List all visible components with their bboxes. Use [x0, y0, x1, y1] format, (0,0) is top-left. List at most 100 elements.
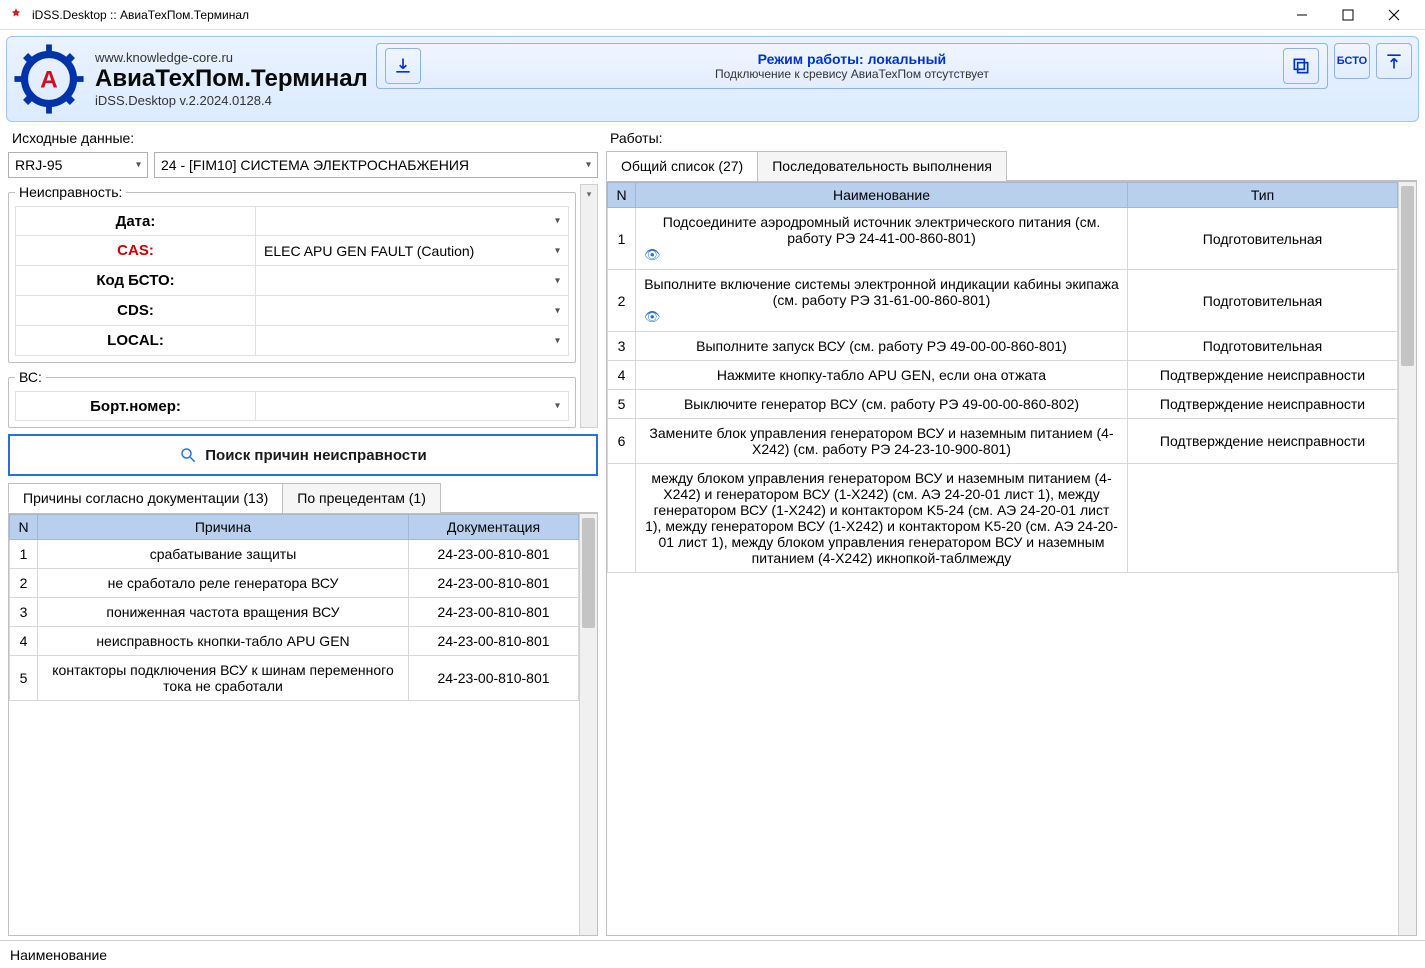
- aircraft-select[interactable]: RRJ-95 ▾: [8, 152, 148, 178]
- causes-scrollbar[interactable]: [579, 514, 597, 935]
- form-scrollbar[interactable]: ▾: [580, 184, 598, 428]
- cds-input[interactable]: ▾: [255, 296, 569, 326]
- works-table: N Наименование Тип 1 Подсоедините аэродр…: [607, 182, 1398, 573]
- cell-doc: 24-23-00-810-801: [409, 569, 579, 598]
- causes-tabs: Причины согласно документации (13) По пр…: [8, 482, 598, 513]
- titlebar: iDSS.Desktop :: АвиаТехПом.Терминал: [0, 0, 1425, 30]
- app-logo-icon: A: [13, 43, 85, 115]
- cell-n: 3: [10, 598, 38, 627]
- search-btn-label: Поиск причин неисправности: [205, 447, 426, 464]
- chevron-down-icon: ▾: [136, 160, 141, 171]
- cell-n: 4: [608, 361, 636, 390]
- table-row[interactable]: 1 Подсоедините аэродромный источник элек…: [608, 208, 1398, 270]
- cell-doc: 24-23-00-810-801: [409, 656, 579, 701]
- cell-type: Подготовительная: [1128, 208, 1398, 270]
- close-button[interactable]: [1371, 0, 1417, 30]
- ac-group-legend: ВС:: [15, 369, 46, 385]
- cell-type: Подготовительная: [1128, 270, 1398, 332]
- chevron-down-icon: ▾: [555, 216, 560, 227]
- bsto-label: Код БСТО:: [15, 266, 255, 296]
- works-scrollbar[interactable]: [1398, 182, 1416, 935]
- main-area: Исходные данные: RRJ-95 ▾ 24 - [FIM10] С…: [0, 128, 1425, 940]
- aircraft-select-value: RRJ-95: [15, 157, 62, 173]
- local-input[interactable]: ▾: [255, 326, 569, 356]
- cell-n: 5: [608, 390, 636, 419]
- table-row[interactable]: 4 Нажмите кнопку-табло APU GEN, если она…: [608, 361, 1398, 390]
- minimize-button[interactable]: [1279, 0, 1325, 30]
- cell-cause: неисправность кнопки-табло APU GEN: [38, 627, 409, 656]
- eye-icon: 👁: [644, 247, 661, 262]
- table-row[interactable]: 3 Выполните запуск ВСУ (см. работу РЭ 49…: [608, 332, 1398, 361]
- download-button[interactable]: [385, 48, 421, 84]
- works-col-n[interactable]: N: [608, 183, 636, 208]
- cell-type: Подтверждение неисправности: [1128, 361, 1398, 390]
- cell-n: 1: [608, 208, 636, 270]
- svg-text:A: A: [40, 67, 58, 94]
- tab-causes-docs[interactable]: Причины согласно документации (13): [8, 483, 283, 513]
- causes-col-cause[interactable]: Причина: [38, 515, 409, 540]
- cell-type: Подготовительная: [1128, 332, 1398, 361]
- bort-label: Борт.номер:: [15, 391, 255, 421]
- fault-group-legend: Неисправность:: [15, 184, 126, 200]
- works-tabs: Общий список (27) Последовательность вып…: [606, 150, 1417, 181]
- left-column: Исходные данные: RRJ-95 ▾ 24 - [FIM10] С…: [8, 128, 598, 936]
- table-row[interactable]: между блоком управления генератором ВСУ …: [608, 464, 1398, 573]
- table-row[interactable]: 1 срабатывание защиты 24-23-00-810-801: [10, 540, 579, 569]
- chevron-down-icon: ▾: [555, 401, 560, 412]
- cell-n: 2: [608, 270, 636, 332]
- cell-type: Подтверждение неисправности: [1128, 419, 1398, 464]
- table-row[interactable]: 2 не сработало реле генератора ВСУ 24-23…: [10, 569, 579, 598]
- works-section-label: Работы:: [610, 130, 1417, 146]
- header-panel: A www.knowledge-core.ru АвиаТехПом.Терми…: [6, 36, 1419, 122]
- export-button[interactable]: [1376, 43, 1412, 79]
- header-title: АвиаТехПом.Терминал: [95, 65, 368, 93]
- tab-causes-precedents[interactable]: По прецедентам (1): [282, 483, 441, 513]
- table-row[interactable]: 5 контакторы подключения ВСУ к шинам пер…: [10, 656, 579, 701]
- system-select-value: 24 - [FIM10] СИСТЕМА ЭЛЕКТРОСНАБЖЕНИЯ: [161, 157, 469, 173]
- cell-n: 4: [10, 627, 38, 656]
- aircraft-group: ВС: Борт.номер: ▾: [8, 369, 576, 428]
- cell-name: Замените блок управления генератором ВСУ…: [636, 419, 1128, 464]
- cell-type: Подтверждение неисправности: [1128, 390, 1398, 419]
- table-row[interactable]: 2 Выполните включение системы электронно…: [608, 270, 1398, 332]
- footer: Наименование: [0, 940, 1425, 968]
- table-row[interactable]: 3 пониженная частота вращения ВСУ 24-23-…: [10, 598, 579, 627]
- chevron-down-icon: ▾: [555, 275, 560, 286]
- works-col-name[interactable]: Наименование: [636, 183, 1128, 208]
- table-row[interactable]: 4 неисправность кнопки-табло APU GEN 24-…: [10, 627, 579, 656]
- bort-input[interactable]: ▾: [255, 391, 569, 421]
- status-mode: Режим работы: локальный: [431, 51, 1273, 67]
- causes-col-n[interactable]: N: [10, 515, 38, 540]
- cell-n: [608, 464, 636, 573]
- cell-cause: контакторы подключения ВСУ к шинам перем…: [38, 656, 409, 701]
- header-url: www.knowledge-core.ru: [95, 50, 368, 65]
- input-section-label: Исходные данные:: [12, 130, 598, 146]
- maximize-button[interactable]: [1325, 0, 1371, 30]
- cell-doc: 24-23-00-810-801: [409, 598, 579, 627]
- cell-cause: не сработало реле генератора ВСУ: [38, 569, 409, 598]
- tab-works-all[interactable]: Общий список (27): [606, 151, 758, 181]
- table-row[interactable]: 5 Выключите генератор ВСУ (см. работу РЭ…: [608, 390, 1398, 419]
- cell-name: Подсоедините аэродромный источник электр…: [636, 208, 1128, 270]
- search-faults-button[interactable]: Поиск причин неисправности: [8, 434, 598, 476]
- cell-n: 6: [608, 419, 636, 464]
- status-sub: Подключение к сревису АвиаТехПом отсутст…: [431, 67, 1273, 81]
- causes-table: N Причина Документация 1 срабатывание за…: [9, 514, 579, 701]
- local-label: LOCAL:: [15, 326, 255, 356]
- bsto-input[interactable]: ▾: [255, 266, 569, 296]
- bsto-button[interactable]: БСТО: [1334, 43, 1370, 79]
- system-select[interactable]: 24 - [FIM10] СИСТЕМА ЭЛЕКТРОСНАБЖЕНИЯ ▾: [154, 152, 598, 178]
- window-title: iDSS.Desktop :: АвиаТехПом.Терминал: [32, 8, 1279, 22]
- cas-input[interactable]: ELEC APU GEN FAULT (Caution)▾: [255, 236, 569, 266]
- tab-works-seq[interactable]: Последовательность выполнения: [757, 151, 1007, 181]
- windows-button[interactable]: [1283, 48, 1319, 84]
- date-input[interactable]: ▾: [255, 206, 569, 236]
- cell-name: между блоком управления генератором ВСУ …: [636, 464, 1128, 573]
- cell-type: [1128, 464, 1398, 573]
- works-col-type[interactable]: Тип: [1128, 183, 1398, 208]
- right-column: Работы: Общий список (27) Последовательн…: [606, 128, 1417, 936]
- causes-col-doc[interactable]: Документация: [409, 515, 579, 540]
- table-row[interactable]: 6 Замените блок управления генератором В…: [608, 419, 1398, 464]
- cell-cause: пониженная частота вращения ВСУ: [38, 598, 409, 627]
- cell-name: Нажмите кнопку-табло APU GEN, если она о…: [636, 361, 1128, 390]
